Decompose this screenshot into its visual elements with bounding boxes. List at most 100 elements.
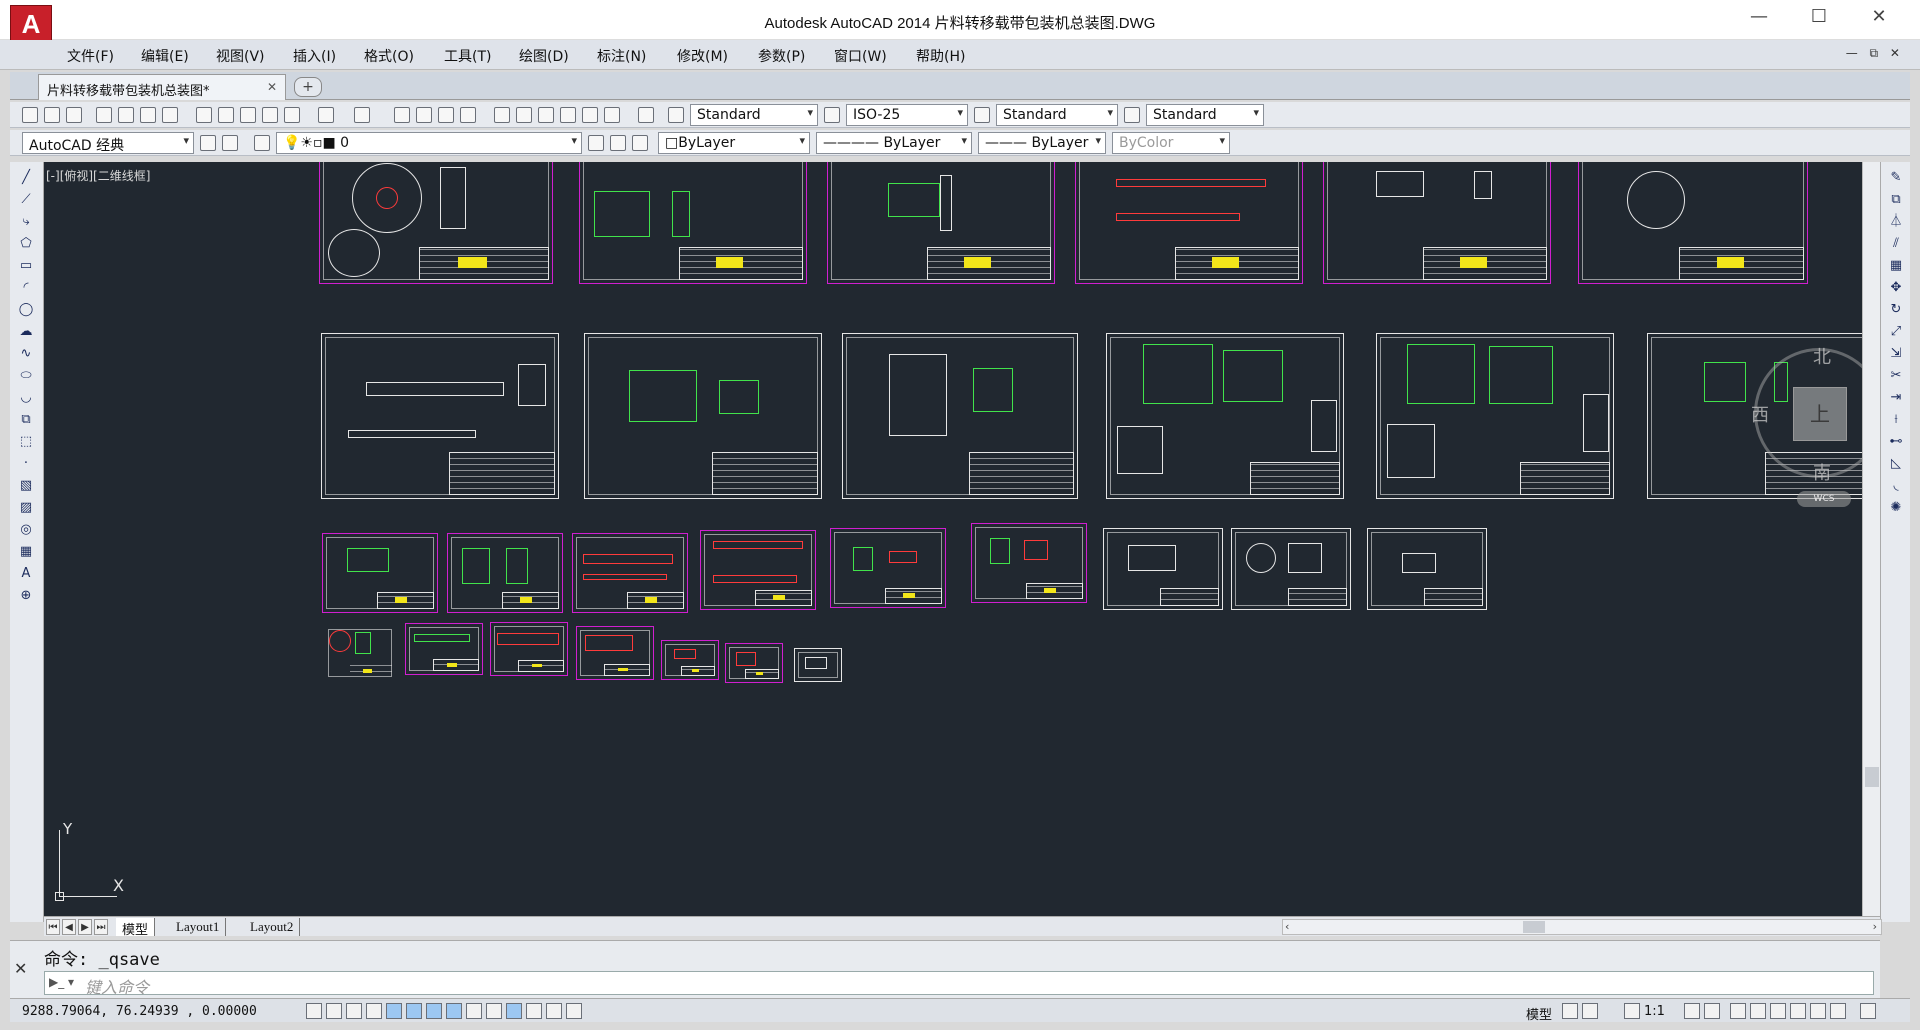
scale-icon[interactable]: ⤢ [1888,324,1904,340]
coordinate-readout[interactable]: 9288.79064, 76.24939 , 0.00000 [22,1004,257,1019]
infer-constraints-icon[interactable] [306,1003,322,1019]
design-center-icon[interactable] [516,107,532,123]
close-button[interactable]: ✕ [1856,6,1902,36]
hardware-acceleration-icon[interactable] [1770,1003,1786,1019]
layer-select[interactable]: 💡☀▫■ 0 ▾ [276,132,582,154]
cut-icon[interactable] [196,107,212,123]
auto-scale-icon[interactable] [1704,1003,1720,1019]
fillet-icon[interactable]: ◟ [1888,478,1904,494]
quick-properties-icon[interactable] [546,1003,562,1019]
first-layout-icon[interactable]: ⏮ [46,919,60,935]
markup-icon[interactable] [582,107,598,123]
object-snap-tracking-icon[interactable] [446,1003,462,1019]
lightbulb-icon[interactable] [1810,1003,1826,1019]
color-select[interactable]: □ByLayer ▾ [658,132,810,154]
zoom-realtime-icon[interactable] [416,107,432,123]
multileader-style-select[interactable]: Standard ▾ [1146,104,1264,126]
ortho-mode-icon[interactable] [366,1003,382,1019]
annotation-visibility-icon[interactable] [1684,1003,1700,1019]
layer-state-icon[interactable] [632,135,648,151]
menu-modify[interactable]: 修改(M) [677,46,728,66]
viewport-controls-label[interactable]: [-][俯视][二维线框] [46,167,150,184]
polygon-icon[interactable]: ⬠ [18,236,34,252]
customize-icon[interactable] [222,135,238,151]
pan-icon[interactable] [394,107,410,123]
horizontal-scroll-thumb[interactable] [1523,921,1545,933]
arc-icon[interactable]: ◜ [18,280,34,296]
lineweight-display-icon[interactable] [506,1003,522,1019]
menu-window[interactable]: 窗口(W) [834,46,887,66]
join-icon[interactable]: ⊷ [1888,434,1904,450]
menu-parametric[interactable]: 参数(P) [758,46,805,66]
linetype-select[interactable]: ———— ByLayer ▾ [816,132,972,154]
table-style-select[interactable]: Standard ▾ [996,104,1118,126]
menu-edit[interactable]: 编辑(E) [141,46,189,66]
match-properties-icon[interactable] [262,107,278,123]
previous-layout-icon[interactable]: ◀ [62,919,76,935]
save-icon[interactable] [66,107,82,123]
multiline-text-icon[interactable]: A [18,566,34,582]
move-icon[interactable]: ✥ [1888,280,1904,296]
tab-model[interactable]: 模型 [116,918,156,938]
quick-view-drawings-icon[interactable] [1582,1003,1598,1019]
dynamic-input-icon[interactable] [486,1003,502,1019]
point-icon[interactable]: · [18,456,34,472]
offset-icon[interactable]: ⫽ [1888,236,1904,252]
construction-line-icon[interactable]: ⟋ [18,192,34,208]
dim-style-select[interactable]: ISO-25 ▾ [846,104,968,126]
hatch-icon[interactable]: ▧ [18,478,34,494]
workspace-switching-icon[interactable] [1730,1003,1746,1019]
quick-view-layouts-icon[interactable] [1562,1003,1578,1019]
menu-insert[interactable]: 插入(I) [293,46,336,66]
make-block-icon[interactable]: ⬚ [18,434,34,450]
quickcalc-icon[interactable] [604,107,620,123]
polyline-icon[interactable]: ⤷ [18,214,34,230]
trim-icon[interactable]: ✂ [1888,368,1904,384]
new-file-icon[interactable] [22,107,38,123]
redo-icon[interactable] [354,107,370,123]
snap-mode-icon[interactable] [326,1003,342,1019]
grid-display-icon[interactable] [346,1003,362,1019]
table-style-icon[interactable] [974,107,990,123]
dim-style-icon[interactable] [824,107,840,123]
3d-object-snap-icon[interactable] [426,1003,442,1019]
clean-screen-icon[interactable] [1860,1003,1876,1019]
lock-toolbar-icon[interactable] [1750,1003,1766,1019]
horizontal-scrollbar[interactable]: ‹ › [1282,919,1882,935]
mirror-icon[interactable]: ⏃ [1888,214,1904,230]
annotation-scale-icon[interactable] [1624,1003,1640,1019]
tab-layout2[interactable]: Layout2 [244,918,301,936]
revision-cloud-icon[interactable]: ☁ [18,324,34,340]
workspace-settings-icon[interactable] [200,135,216,151]
tab-layout1[interactable]: Layout1 [170,918,227,936]
document-window-controls[interactable]: — ⧉ ✕ [1846,46,1904,61]
viewcube-north[interactable]: 北 [1813,343,1831,369]
document-tab[interactable]: 片料转移载带包装机总装图* ✕ [38,74,286,100]
object-snap-icon[interactable] [406,1003,422,1019]
spline-icon[interactable]: ∿ [18,346,34,362]
copy-clip-icon[interactable] [218,107,234,123]
last-layout-icon[interactable]: ⏭ [94,919,108,935]
command-input[interactable]: ▶_ ▾ 键入命令 [44,971,1874,997]
viewcube-top-face[interactable]: 上 [1793,387,1847,441]
dynamic-ucs-icon[interactable] [466,1003,482,1019]
vertical-scrollbar[interactable] [1862,162,1880,916]
rectangle-icon[interactable]: ▭ [18,258,34,274]
viewcube-south[interactable]: 南 [1813,459,1831,485]
status-menu-icon[interactable] [1830,1003,1846,1019]
isolate-objects-icon[interactable] [1790,1003,1806,1019]
annotation-scale[interactable]: 1:1 [1644,1004,1665,1019]
chamfer-icon[interactable]: ◺ [1888,456,1904,472]
menu-file[interactable]: 文件(F) [67,46,114,66]
sheet-set-icon[interactable] [560,107,576,123]
scroll-right-icon[interactable]: › [1873,920,1877,933]
command-line-close-icon[interactable]: ✕ [14,959,30,978]
menu-help[interactable]: 帮助(H) [916,46,965,66]
scroll-left-icon[interactable]: ‹ [1285,920,1289,933]
text-style-icon[interactable] [668,107,684,123]
gradient-icon[interactable]: ▨ [18,500,34,516]
insert-block-icon[interactable]: ⧉ [18,412,34,428]
publish-icon[interactable] [140,107,156,123]
3d-print-icon[interactable] [162,107,178,123]
plot-icon[interactable] [96,107,112,123]
